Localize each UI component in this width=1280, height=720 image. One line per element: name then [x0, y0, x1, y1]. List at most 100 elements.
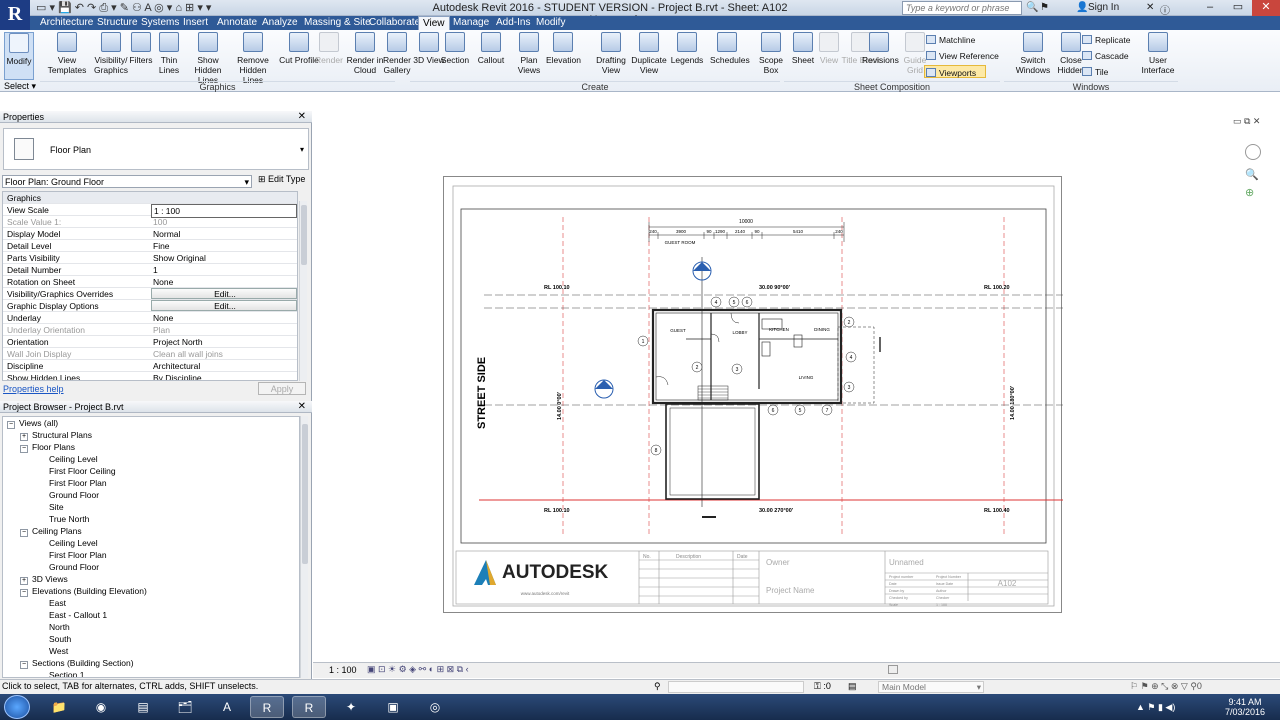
help-icon[interactable]: ⓘ — [1160, 2, 1170, 17]
show-hidden-lines-button[interactable]: Show Hidden Lines — [185, 32, 231, 85]
browser-item[interactable]: First Floor Plan — [49, 549, 107, 561]
view-reference-button[interactable]: View Reference — [926, 50, 999, 63]
sign-in-link[interactable]: Sign In — [1088, 2, 1119, 13]
plan-views-button[interactable]: Plan Views — [512, 32, 546, 80]
view-control-icons[interactable]: ▣ ⊡ ☀ ⚙ ◈ ⚯ ◐ ⊞ ⊠ ⧉ ‹ — [367, 664, 469, 675]
property-row[interactable]: Underlay Orientation Plan — [3, 324, 297, 336]
start-button[interactable] — [4, 695, 30, 719]
tab-manage[interactable]: Manage — [449, 16, 493, 30]
tab-insert[interactable]: Insert — [179, 16, 212, 30]
user-icon[interactable]: 👤 — [1076, 2, 1088, 13]
browser-item[interactable]: Ceiling Level — [49, 453, 98, 465]
search-input[interactable]: Type a keyword or phrase — [902, 1, 1022, 15]
system-tray-icons[interactable]: ▲ ⚑ ▮ ◀) — [1136, 702, 1175, 713]
property-row[interactable]: Discipline Architectural — [3, 360, 297, 372]
main-model-dropdown[interactable]: Main Model ▾ — [878, 681, 984, 693]
browser-item[interactable]: South — [49, 633, 71, 645]
search-icon[interactable]: 🔍 — [1026, 2, 1038, 13]
sheet-a102[interactable]: 10000 240 3900 90 1290 2140 90 5410 240 GUEST R… — [443, 176, 1069, 613]
property-value[interactable]: None — [151, 276, 297, 288]
property-row[interactable]: Graphic Display Options Edit... — [3, 300, 297, 312]
maximize-button[interactable]: ▭ — [1224, 0, 1252, 16]
property-row[interactable]: Visibility/Graphics Overrides Edit... — [3, 288, 297, 300]
revit-taskbar-icon-2[interactable]: R — [292, 696, 326, 718]
network-icon[interactable]: ✦ — [334, 696, 368, 718]
property-row[interactable]: Detail Level Fine — [3, 240, 297, 252]
property-value[interactable]: Clean all wall joins — [151, 348, 297, 360]
collapse-icon[interactable]: − — [20, 661, 28, 669]
navigation-bar[interactable]: 🔍 ⊕ — [1245, 140, 1265, 220]
view-instance-dropdown[interactable]: Floor Plan: Ground Floor ▾ — [2, 175, 252, 188]
revit-taskbar-icon[interactable]: R — [250, 696, 284, 718]
design-options-icon[interactable]: ▤ — [848, 681, 857, 692]
browser-item[interactable]: Ground Floor — [49, 561, 99, 573]
browser-item[interactable]: East - Callout 1 — [49, 609, 107, 621]
property-value[interactable]: By Discipline — [151, 372, 297, 380]
viewports-button[interactable]: Viewports — [926, 67, 976, 80]
property-value[interactable]: Fine — [151, 240, 297, 252]
panel-label-create[interactable]: Create — [410, 81, 780, 92]
project-browser-header[interactable]: Project Browser - Project B.rvt ✕ — [0, 401, 312, 413]
property-row[interactable]: Show Hidden Lines By Discipline — [3, 372, 297, 380]
view-scale[interactable]: 1 : 100 — [329, 665, 357, 675]
taskbar-clock[interactable]: 9:41 AM 7/03/2016 — [1220, 697, 1270, 717]
elevation-marker-west[interactable] — [594, 379, 614, 399]
close-icon[interactable]: ✕ — [298, 111, 306, 123]
browser-item[interactable]: First Floor Ceiling — [49, 465, 116, 477]
minimize-button[interactable]: – — [1196, 0, 1224, 16]
browser-item[interactable]: − Views (all) — [7, 417, 58, 429]
panel-label-windows[interactable]: Windows — [1004, 81, 1178, 92]
property-row[interactable]: Orientation Project North — [3, 336, 297, 348]
remove-hidden-lines-button[interactable]: Remove Hidden Lines — [230, 32, 276, 85]
property-value[interactable]: 1 — [151, 264, 297, 276]
autocad-icon[interactable]: A — [210, 696, 244, 718]
property-value[interactable]: Architectural — [151, 360, 297, 372]
tile-button[interactable]: Tile — [1082, 66, 1108, 79]
property-row[interactable]: Display Model Normal — [3, 228, 297, 240]
elevation-button[interactable]: Elevation — [546, 32, 581, 80]
steering-wheel-icon[interactable] — [1245, 144, 1261, 160]
apply-button[interactable]: Apply — [258, 382, 306, 395]
browser-item[interactable]: Ceiling Level — [49, 537, 98, 549]
selection-filter-icons[interactable]: ⚐ ⚑ ⊕ ⤡ ⊗ ▽ ⚲0 — [1130, 681, 1202, 692]
property-row[interactable]: View Scale 1 : 100 — [3, 204, 297, 218]
collapse-icon[interactable]: − — [7, 421, 15, 429]
panel-label-graphics[interactable]: Graphics — [40, 81, 395, 92]
tab-architecture[interactable]: Architecture — [36, 16, 97, 30]
tab-systems[interactable]: Systems — [137, 16, 183, 30]
revisions-button[interactable]: Revisions — [862, 32, 899, 80]
browser-item[interactable]: East — [49, 597, 66, 609]
explorer-folder-icon[interactable]: 📁 — [42, 696, 76, 718]
browser-item[interactable]: True North — [49, 513, 89, 525]
worksets-icon[interactable]: ⚲ — [654, 681, 661, 692]
properties-scrollbar[interactable] — [299, 201, 307, 381]
property-row[interactable]: Scale Value 1: 100 — [3, 216, 297, 228]
property-row[interactable]: Rotation on Sheet None — [3, 276, 297, 288]
horizontal-scroll-thumb[interactable] — [888, 665, 898, 674]
browser-item[interactable]: North — [49, 621, 70, 633]
property-value[interactable]: 100 — [151, 216, 297, 228]
tab-modify[interactable]: Modify — [532, 16, 569, 30]
property-value[interactable]: Edit... — [151, 288, 297, 299]
replicate-button[interactable]: Replicate — [1082, 34, 1130, 47]
tab-structure[interactable]: Structure — [93, 16, 142, 30]
chrome-icon[interactable]: ◉ — [84, 696, 118, 718]
browser-item[interactable]: + Structural Plans — [20, 429, 92, 441]
browser-item[interactable]: − Elevations (Building Elevation) — [20, 585, 147, 597]
collapse-icon[interactable]: − — [20, 589, 28, 597]
tab-analyze[interactable]: Analyze — [258, 16, 302, 30]
app-circle-icon[interactable]: ◎ — [418, 696, 452, 718]
select-dropdown[interactable]: Select ▾ — [4, 81, 36, 92]
section-button[interactable]: Section — [438, 32, 472, 80]
callout-button[interactable]: Callout — [474, 32, 508, 80]
matchline-button[interactable]: Matchline — [926, 34, 975, 47]
property-value[interactable]: Edit... — [151, 300, 297, 311]
browser-item[interactable]: − Sections (Building Section) — [20, 657, 134, 669]
property-row[interactable]: Detail Number 1 — [3, 264, 297, 276]
browser-item[interactable]: Section 1 — [49, 669, 84, 677]
app-icon[interactable]: ▣ — [376, 696, 410, 718]
browser-item[interactable]: First Floor Plan — [49, 477, 107, 489]
tab-annotate[interactable]: Annotate — [213, 16, 261, 30]
zoom-icon[interactable]: 🔍 — [1245, 166, 1265, 184]
properties-header[interactable]: Properties ✕ — [0, 111, 312, 123]
